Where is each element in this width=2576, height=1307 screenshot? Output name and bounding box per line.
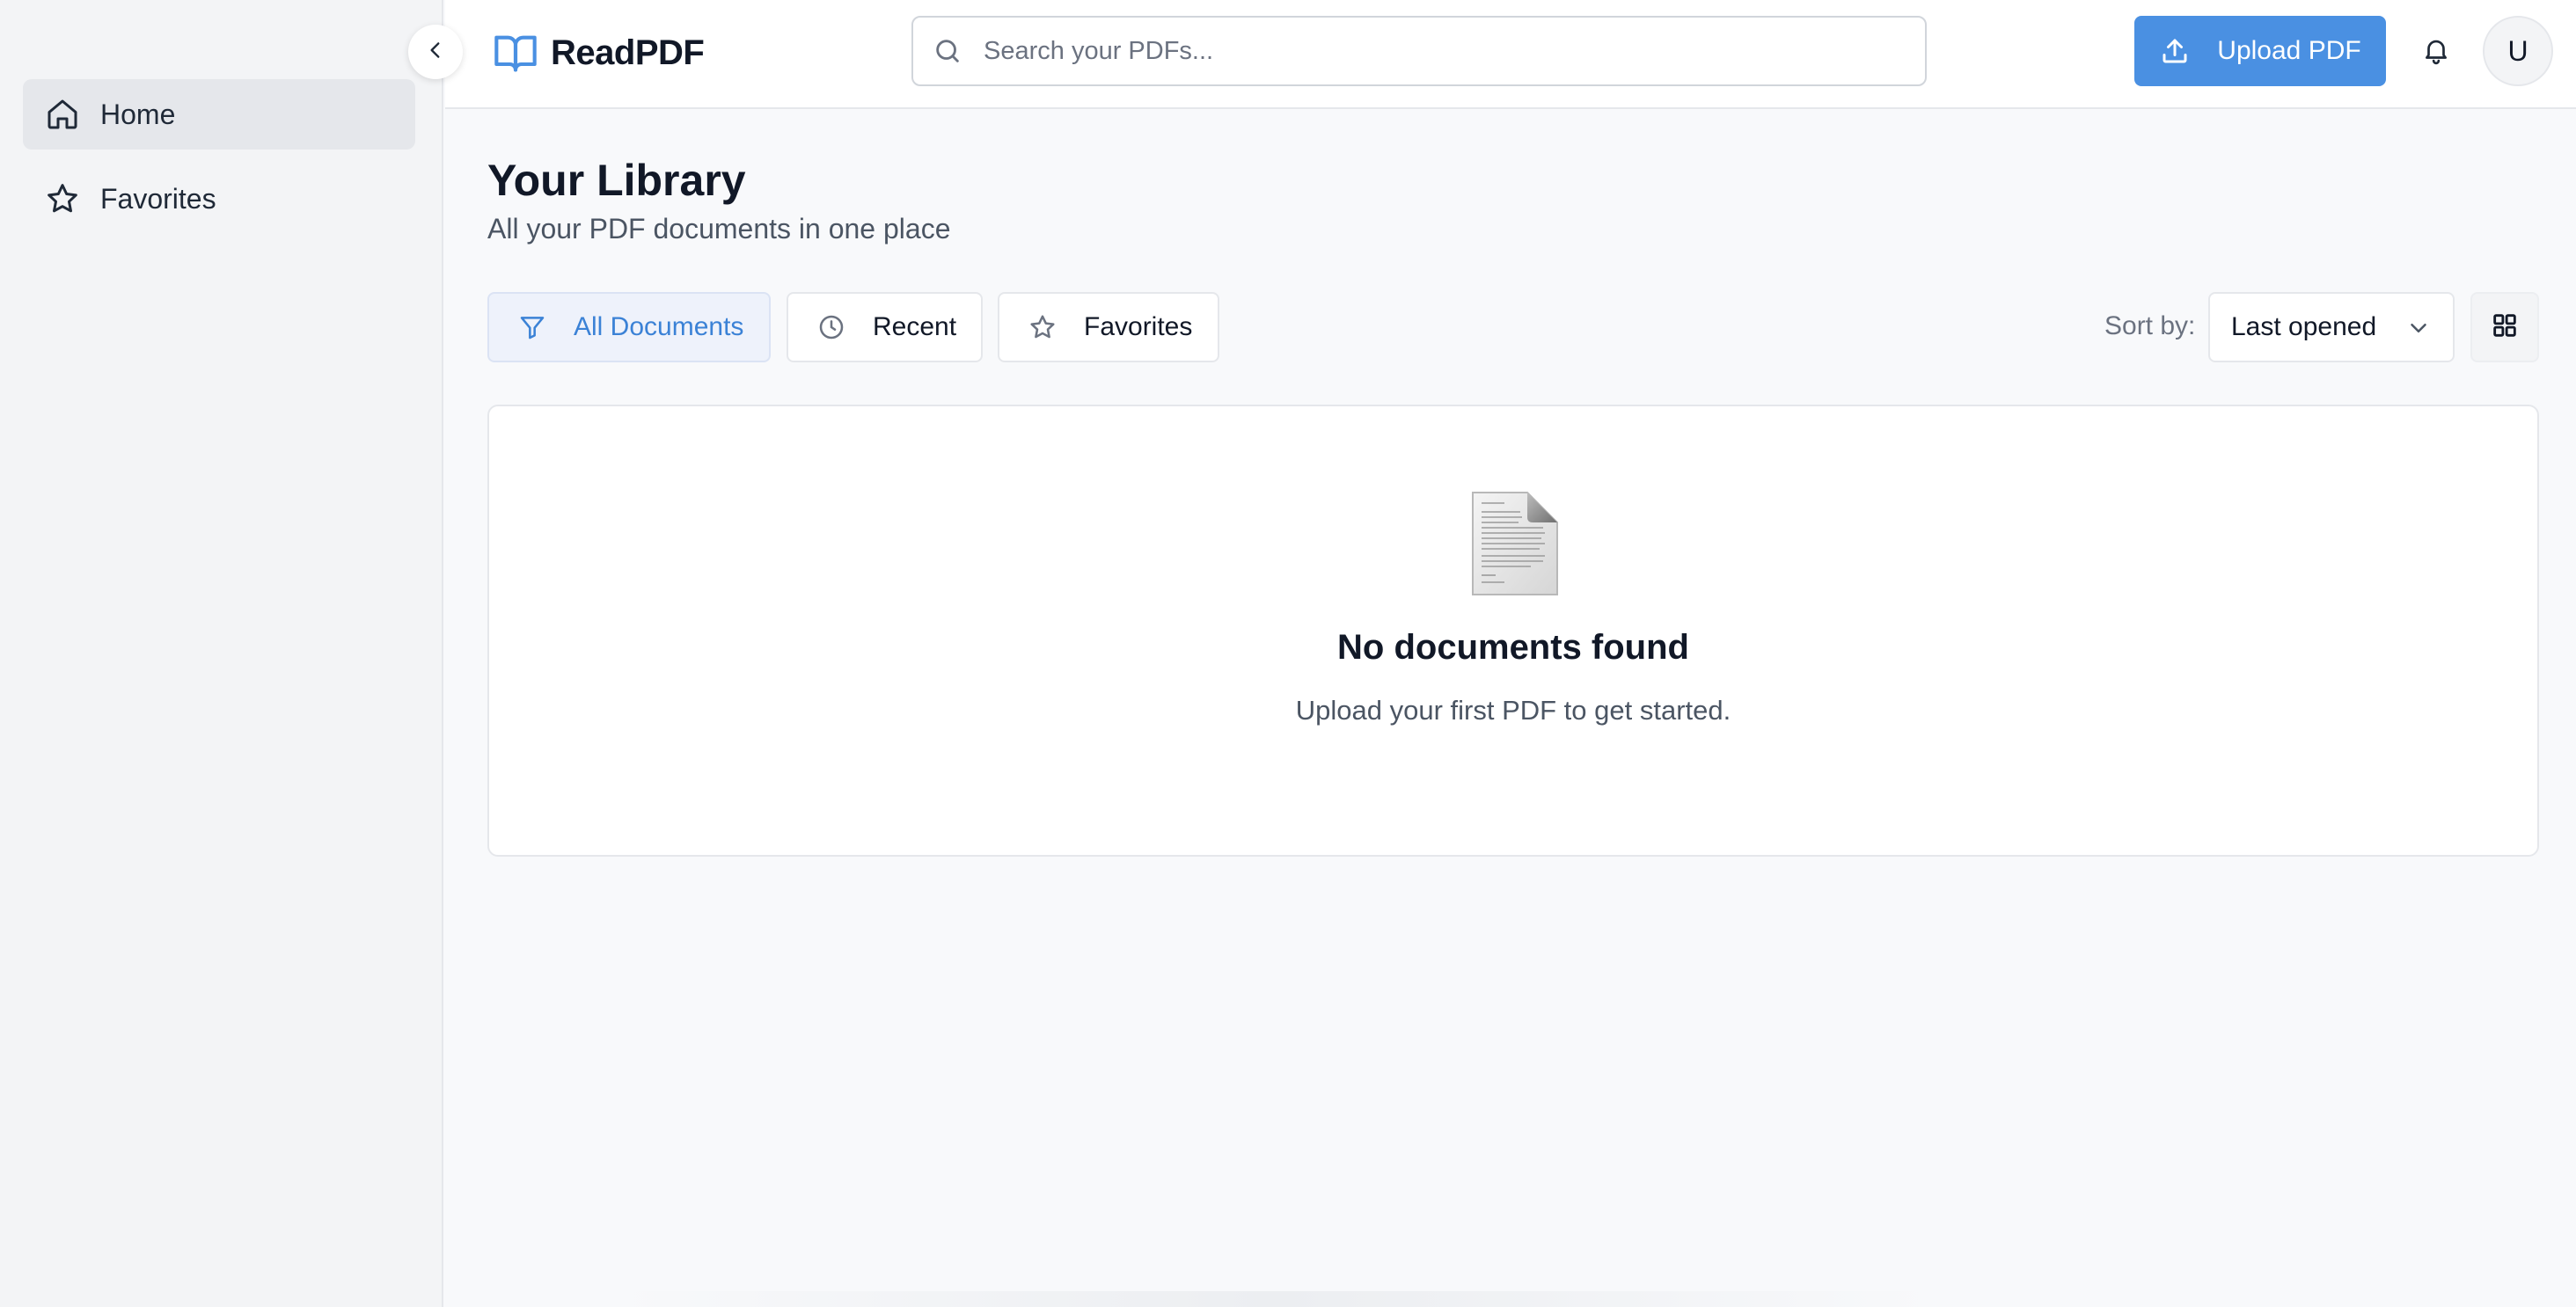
sidebar-item-favorites[interactable]: Favorites (23, 164, 415, 234)
sort-label: Sort by: (2104, 311, 2196, 340)
sidebar-item-label: Home (100, 98, 176, 130)
upload-button-label: Upload PDF (2217, 36, 2361, 65)
upload-icon (2159, 35, 2191, 67)
filter-all-documents[interactable]: All Documents (487, 292, 771, 362)
sidebar: Home Favorites (0, 0, 443, 1307)
chevron-left-icon (424, 39, 447, 66)
clock-icon (816, 312, 846, 342)
bell-icon (2421, 35, 2451, 69)
search-box[interactable] (911, 16, 1927, 86)
sort-value: Last opened (2231, 312, 2377, 341)
sidebar-item-label: Favorites (100, 182, 216, 215)
top-header: ReadPDF Upload PDF U (445, 0, 2576, 109)
user-avatar[interactable]: U (2483, 16, 2553, 86)
sidebar-item-home[interactable]: Home (23, 79, 415, 150)
document-icon (1469, 491, 1561, 596)
search-input[interactable] (984, 36, 1863, 66)
view-toggle-button[interactable] (2470, 292, 2539, 362)
book-open-icon (493, 30, 538, 76)
empty-state-card: No documents found Upload your first PDF… (487, 405, 2539, 857)
chevron-down-icon (2405, 315, 2432, 341)
filter-label: Favorites (1084, 312, 1193, 341)
search-icon (933, 36, 962, 66)
upload-pdf-button[interactable]: Upload PDF (2134, 16, 2386, 86)
app-name: ReadPDF (551, 33, 705, 72)
filter-favorites[interactable]: Favorites (998, 292, 1219, 362)
app-logo[interactable]: ReadPDF (493, 26, 705, 79)
filter-label: Recent (873, 312, 957, 341)
filter-label: All Documents (574, 312, 744, 341)
page-title: Your Library (487, 156, 746, 205)
home-icon (44, 96, 81, 133)
filter-icon (517, 312, 547, 342)
scroll-shadow (616, 1291, 1936, 1307)
filter-recent[interactable]: Recent (787, 292, 983, 362)
empty-state-title: No documents found (1337, 628, 1689, 667)
avatar-initial: U (2507, 34, 2528, 67)
grid-icon (2490, 310, 2520, 345)
star-icon (44, 180, 81, 217)
page-subtitle: All your PDF documents in one place (487, 213, 951, 245)
notifications-button[interactable] (2414, 30, 2458, 74)
sort-select[interactable]: Last opened (2208, 292, 2455, 362)
star-icon (1028, 312, 1057, 342)
sidebar-collapse-button[interactable] (408, 25, 463, 79)
empty-state-message: Upload your first PDF to get started. (1295, 695, 1731, 726)
